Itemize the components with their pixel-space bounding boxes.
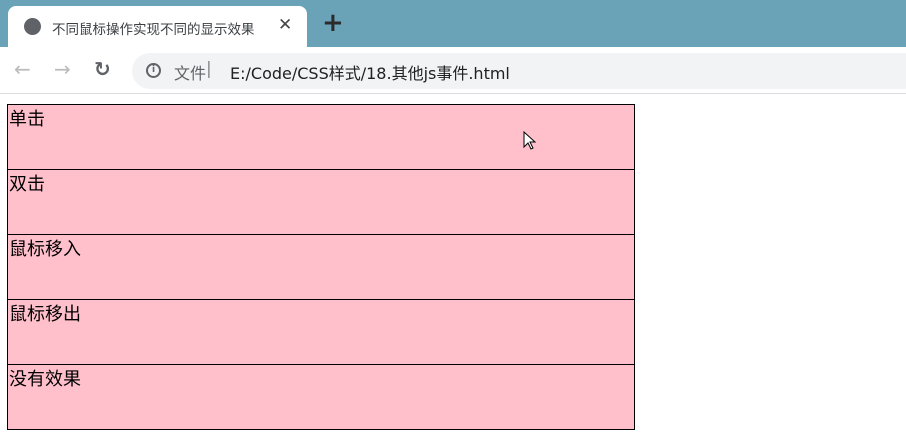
mouse-cursor-icon	[523, 131, 537, 150]
url-text[interactable]: E:/Code/CSS样式/18.其他js事件.html	[230, 60, 510, 84]
mouse-enter-box[interactable]: 鼠标移入	[7, 234, 635, 300]
tab-strip: 不同鼠标操作实现不同的显示效果 ✕ +	[0, 0, 906, 47]
info-icon[interactable]: i	[146, 63, 161, 78]
tab-title: 不同鼠标操作实现不同的显示效果	[52, 22, 255, 38]
active-tab[interactable]: 不同鼠标操作实现不同的显示效果 ✕	[8, 6, 307, 47]
separator: |	[206, 59, 212, 79]
close-tab-button[interactable]: ✕	[278, 15, 292, 35]
click-box[interactable]: 单击	[7, 104, 635, 170]
security-label: 文件	[174, 64, 207, 83]
globe-icon	[24, 18, 41, 35]
reload-button[interactable]: ↻	[94, 57, 111, 81]
browser-toolbar: ← → ↻ i 文件 | E:/Code/CSS样式/18.其他js事件.htm…	[0, 47, 906, 94]
new-tab-button[interactable]: +	[322, 10, 344, 36]
forward-button[interactable]: →	[54, 57, 71, 81]
no-effect-box[interactable]: 没有效果	[7, 364, 635, 430]
double-click-box[interactable]: 双击	[7, 169, 635, 235]
mouse-leave-box[interactable]: 鼠标移出	[7, 299, 635, 365]
back-button[interactable]: ←	[14, 57, 31, 81]
address-bar[interactable]: i 文件 | E:/Code/CSS样式/18.其他js事件.html	[132, 53, 906, 89]
